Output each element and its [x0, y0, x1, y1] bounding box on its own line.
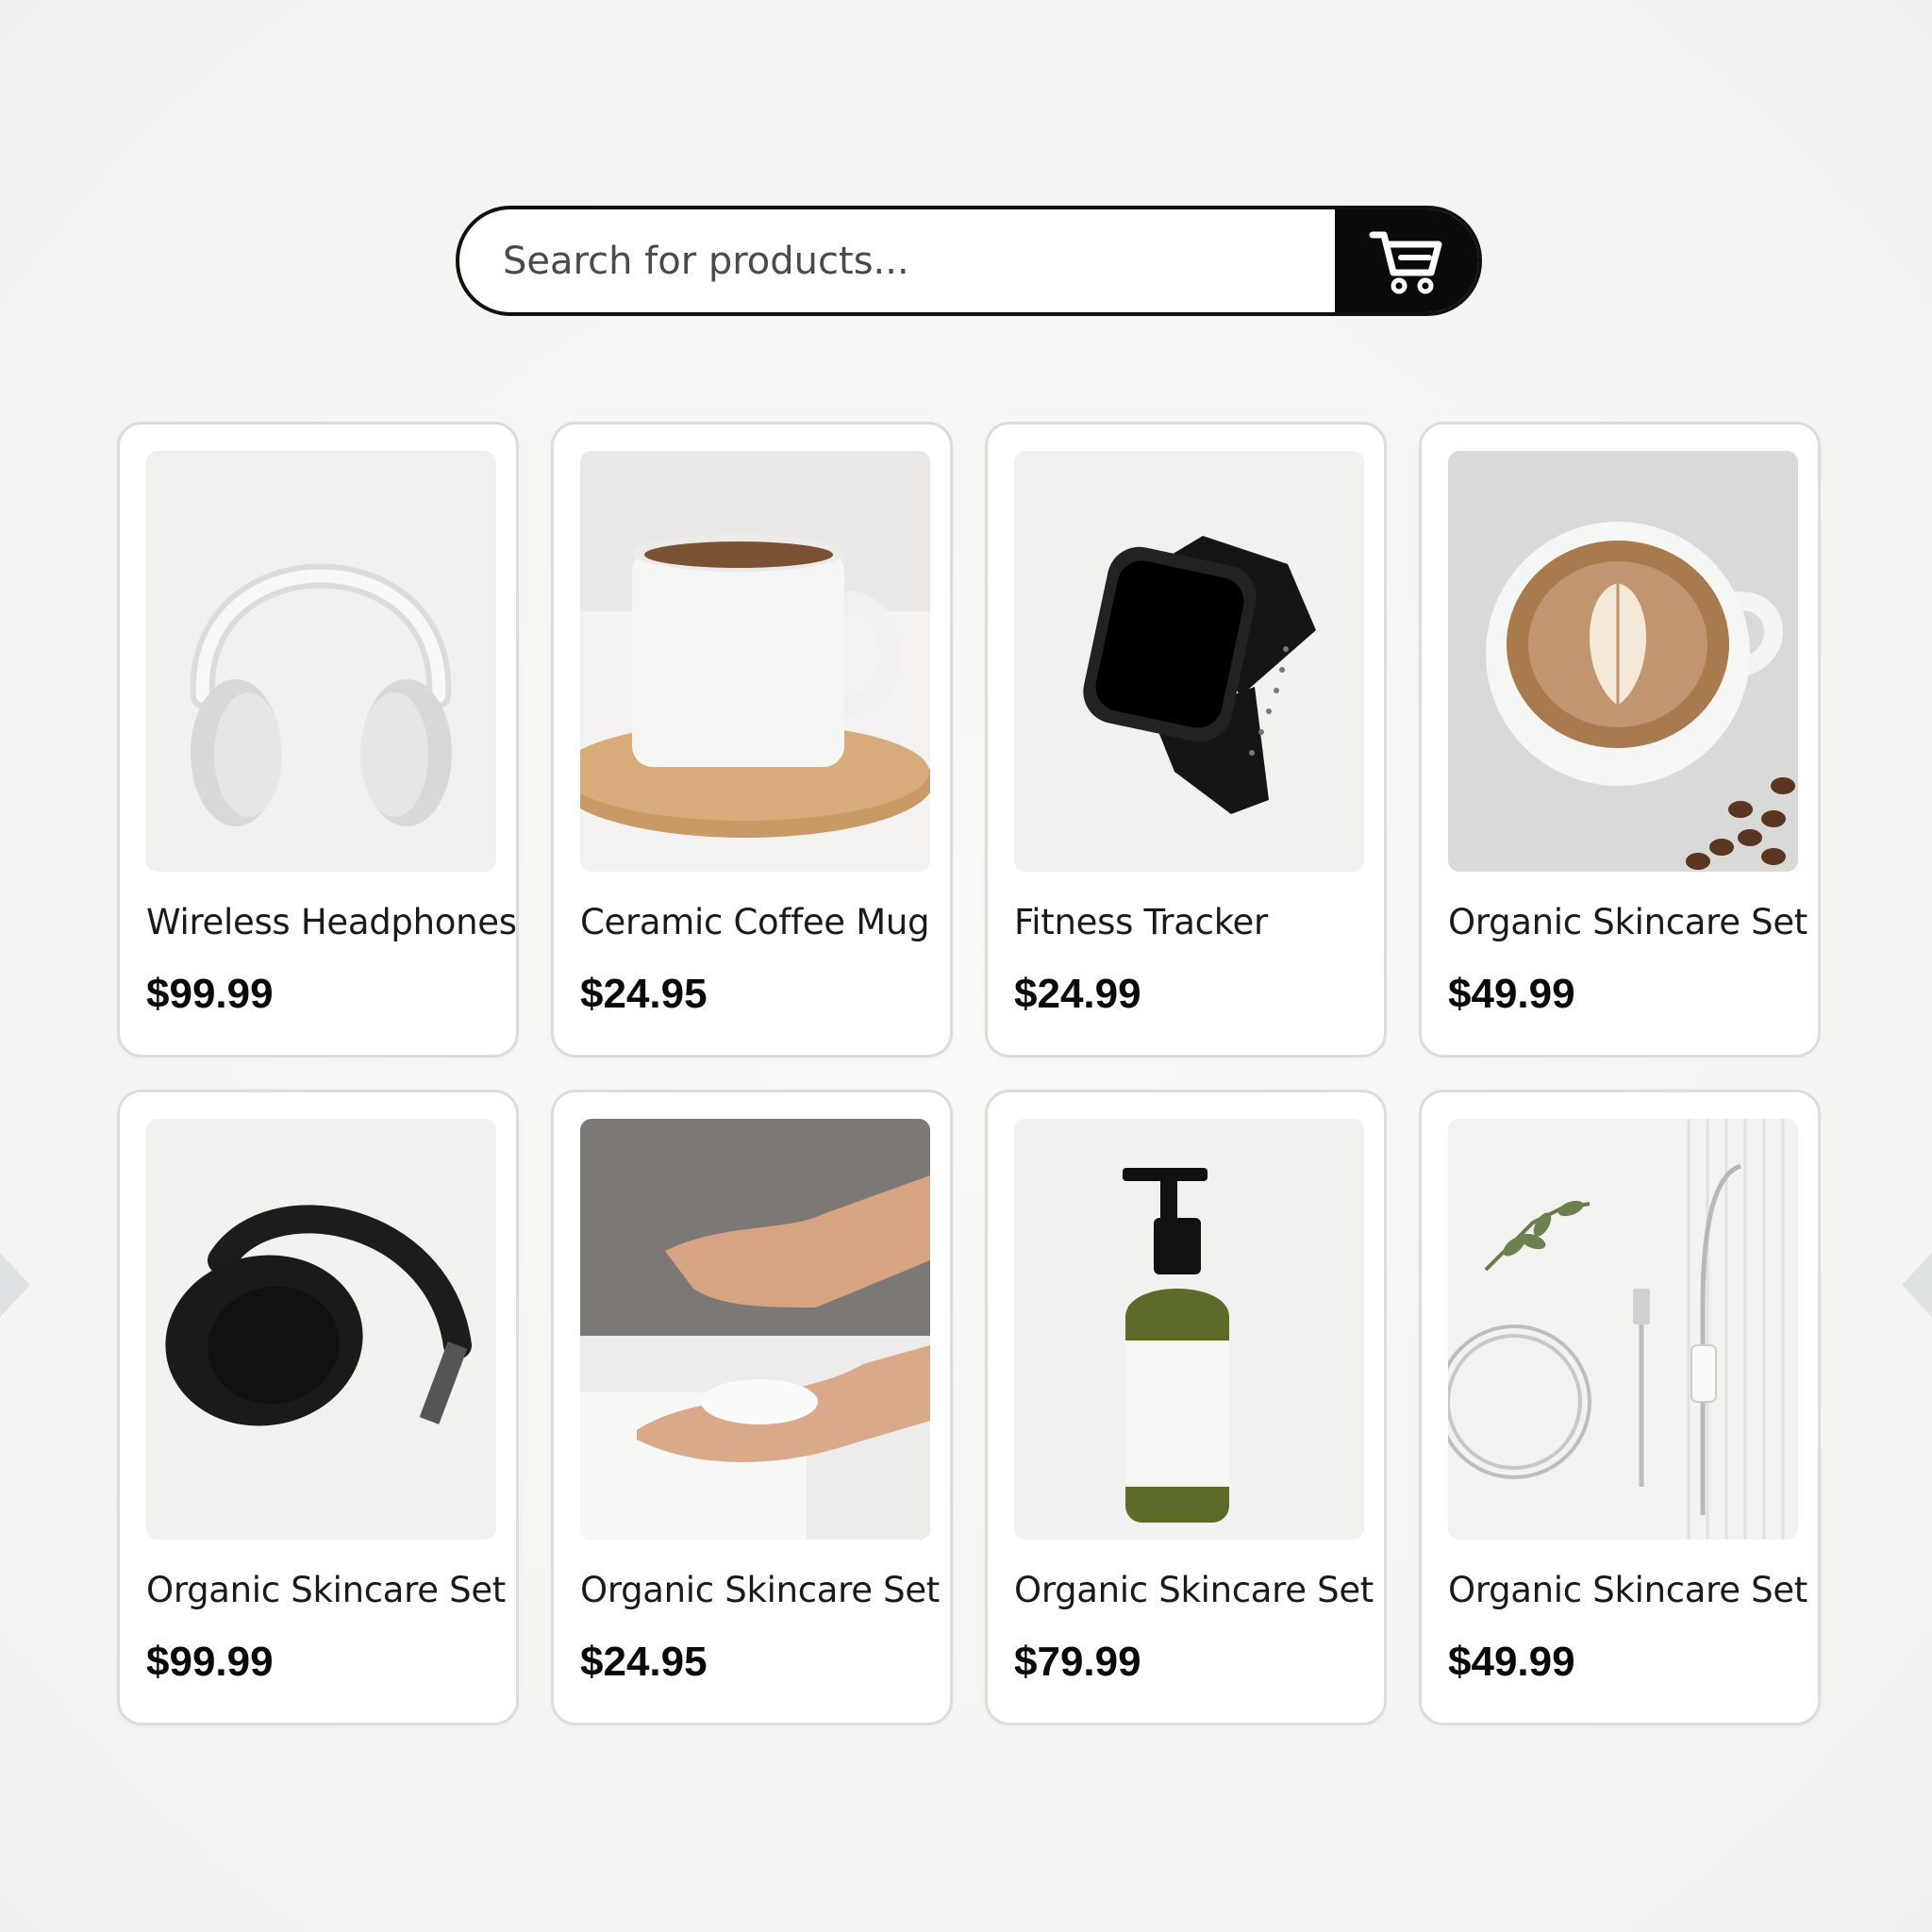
product-name: Organic Skincare Set — [580, 1570, 941, 1610]
product-price: $99.99 — [146, 1639, 274, 1685]
product-card[interactable]: Organic Skincare Set $49.99 — [1419, 1090, 1821, 1725]
product-name: Organic Skincare Set — [1448, 1570, 1808, 1610]
product-name: Organic Skincare Set — [146, 1570, 507, 1610]
carousel-prev-arrow[interactable] — [0, 1253, 30, 1317]
product-name: Ceramic Coffee Mug — [580, 902, 930, 942]
product-card[interactable]: Ceramic Coffee Mug $24.95 — [551, 422, 953, 1058]
product-price: $49.99 — [1448, 1639, 1575, 1685]
cart-button[interactable] — [1335, 209, 1478, 312]
product-card[interactable]: Organic Skincare Set $49.99 — [1419, 422, 1821, 1058]
product-image — [1448, 1119, 1798, 1540]
product-image — [1448, 451, 1798, 872]
product-card[interactable]: Fitness Tracker $24.99 — [985, 422, 1387, 1058]
product-card[interactable]: Organic Skincare Set $79.99 — [985, 1090, 1387, 1725]
product-card[interactable]: Organic Skincare Set $24.95 — [551, 1090, 953, 1725]
product-name: Wireless Headphones — [146, 902, 517, 942]
search-bar — [456, 206, 1482, 316]
product-image — [1014, 451, 1364, 872]
product-image — [580, 1119, 930, 1540]
product-name: Organic Skincare Set — [1014, 1570, 1374, 1610]
product-image — [146, 1119, 496, 1540]
product-card[interactable]: Wireless Headphones $99.99 — [117, 422, 519, 1058]
product-name: Fitness Tracker — [1014, 902, 1268, 942]
product-price: $24.95 — [580, 971, 708, 1017]
product-price: $24.99 — [1014, 971, 1141, 1017]
product-price: $79.99 — [1014, 1639, 1141, 1685]
shopping-cart-icon — [1369, 231, 1442, 293]
product-grid: Wireless Headphones $99.99 Ceramic Coffe… — [117, 422, 1821, 1725]
product-name: Organic Skincare Set — [1448, 902, 1808, 942]
product-image — [1014, 1119, 1364, 1540]
product-price: $99.99 — [146, 971, 274, 1017]
product-price: $49.99 — [1448, 971, 1575, 1017]
product-image — [580, 451, 930, 872]
carousel-next-arrow[interactable] — [1902, 1253, 1932, 1317]
product-price: $24.95 — [580, 1639, 708, 1685]
product-card[interactable]: Organic Skincare Set $99.99 — [117, 1090, 519, 1725]
search-input[interactable] — [459, 209, 1335, 312]
product-image — [146, 451, 496, 872]
